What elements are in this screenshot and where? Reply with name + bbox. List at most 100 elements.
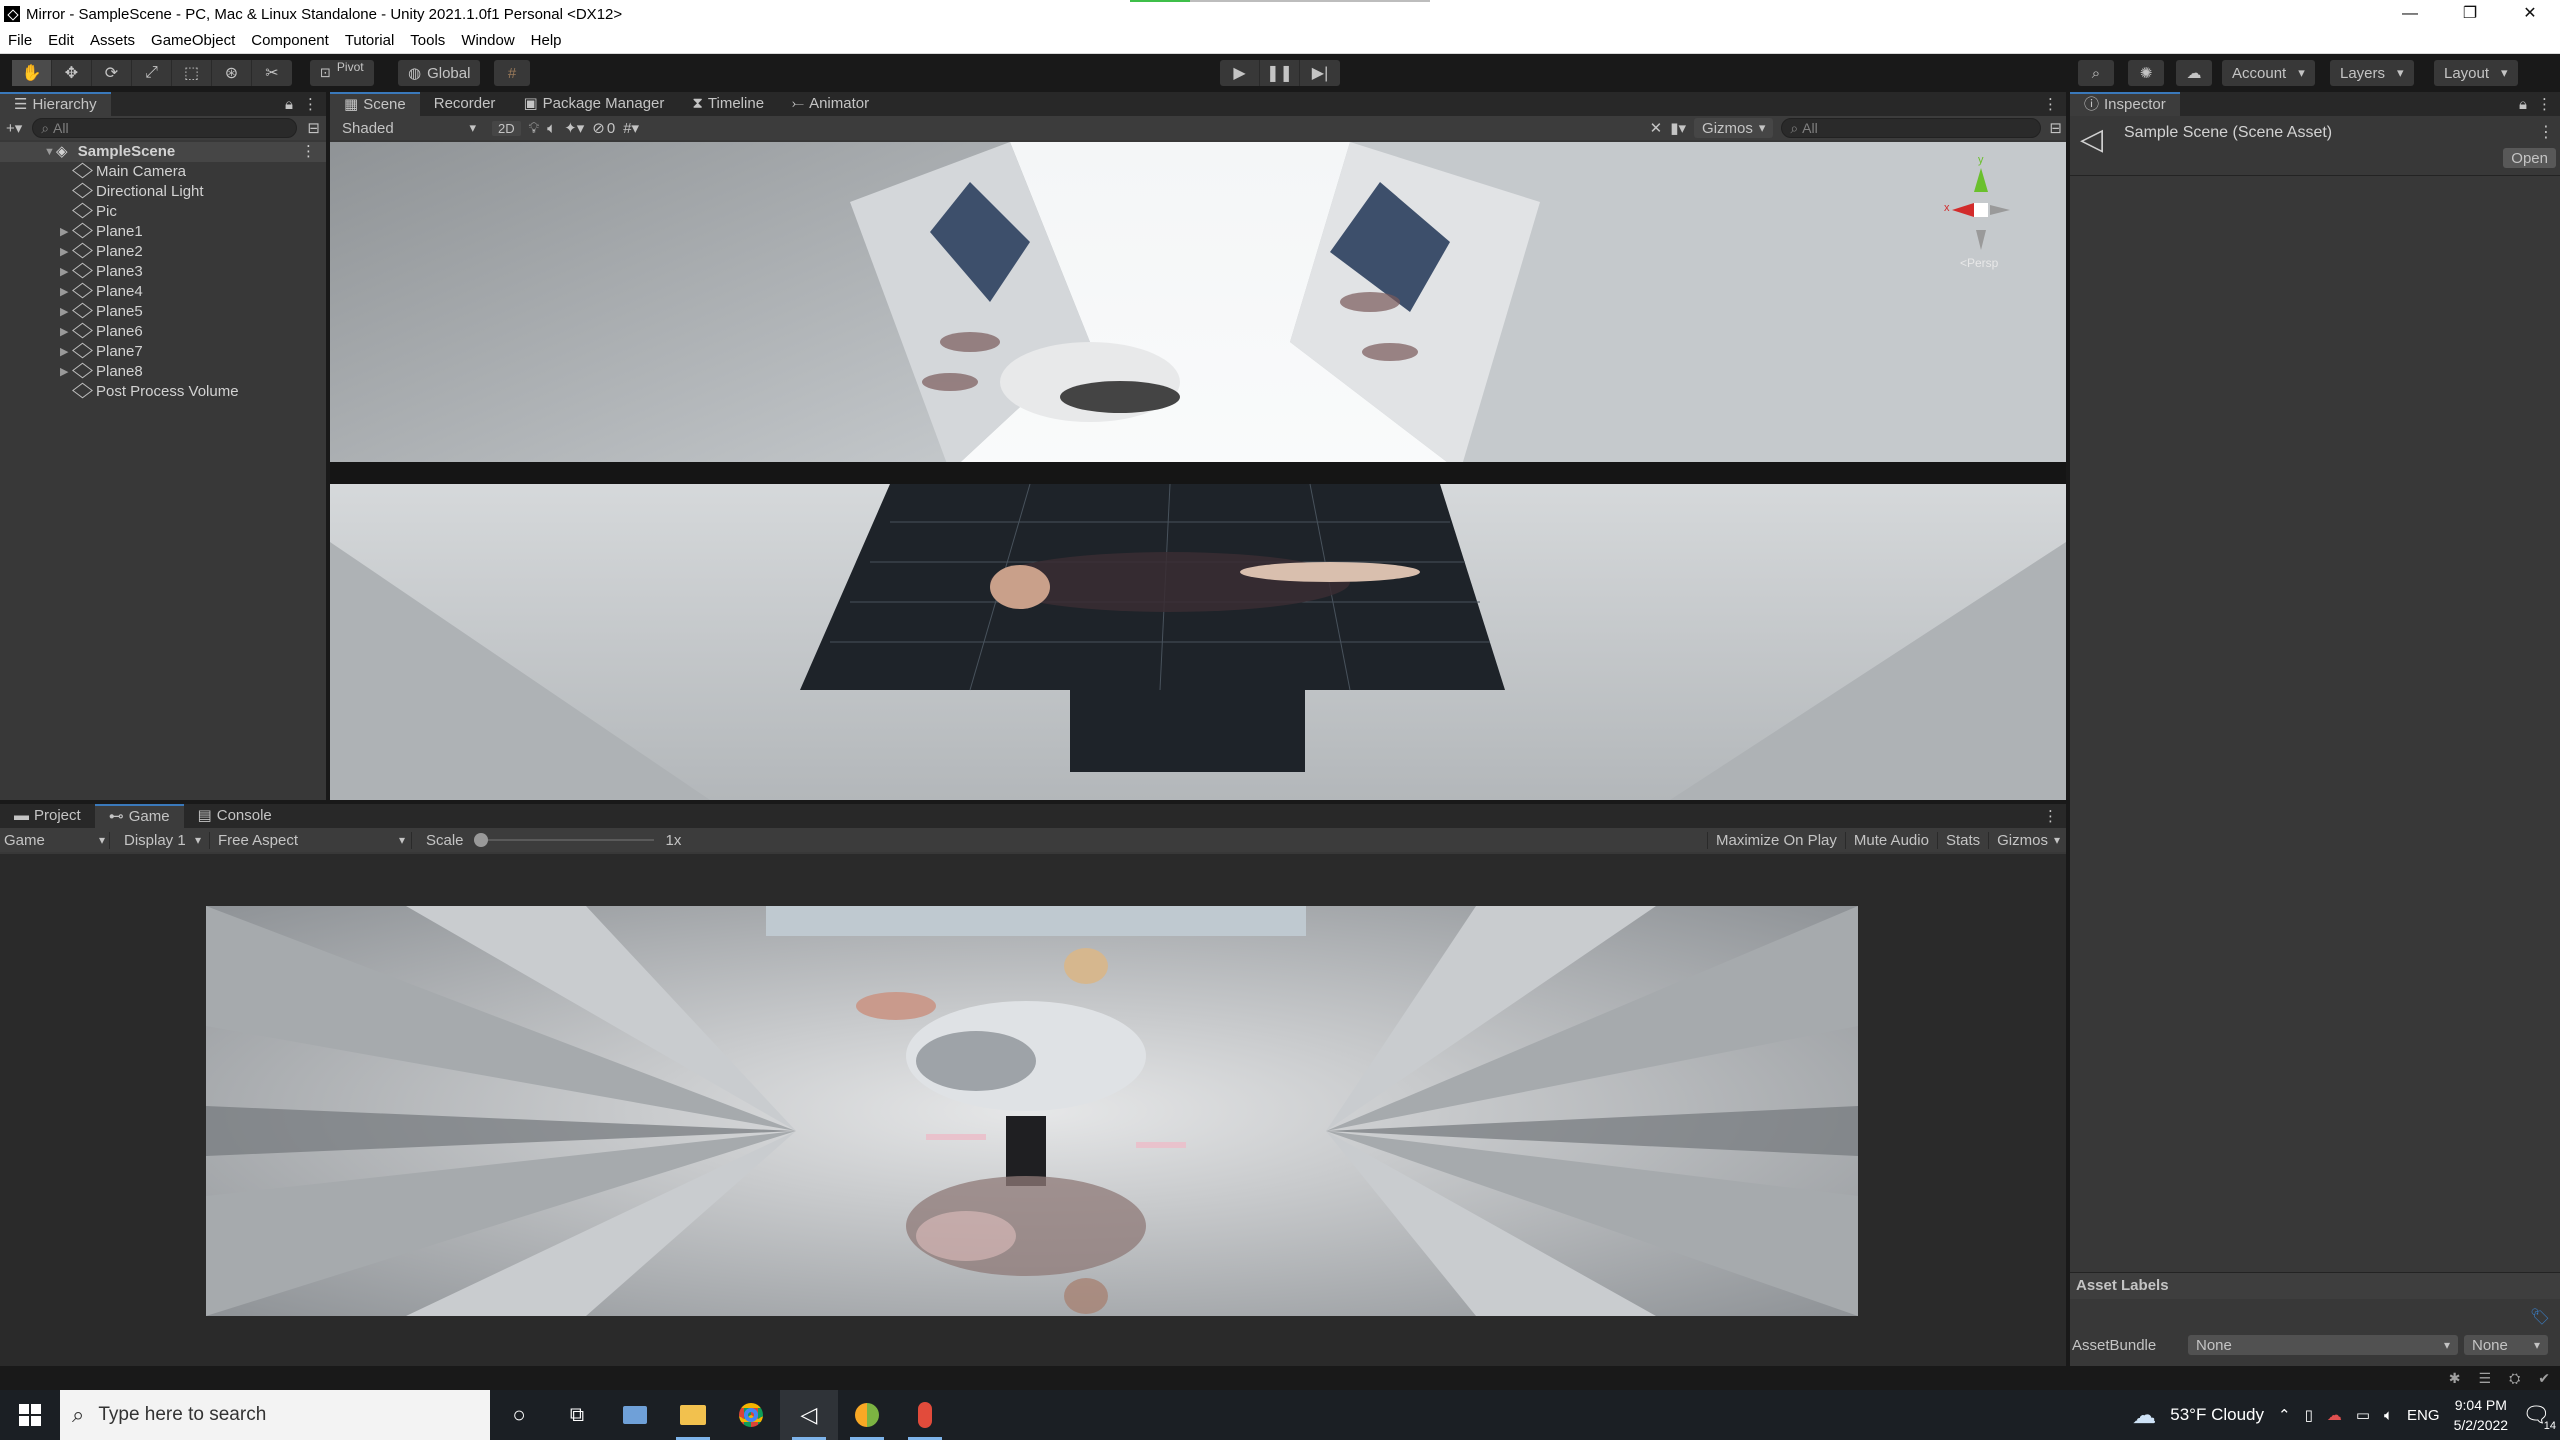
kebab-menu-icon[interactable]: ⋮ — [303, 95, 318, 113]
audio-toggle-icon[interactable]: 🔈︎ — [547, 120, 556, 137]
gizmos-dropdown[interactable]: Gizmos — [1694, 118, 1774, 138]
maximize-button[interactable]: ❐ — [2440, 0, 2500, 28]
chrome-canary-button[interactable] — [838, 1390, 896, 1440]
chrome-button[interactable] — [722, 1390, 780, 1440]
hand-tool-button[interactable]: ✋ — [12, 60, 52, 86]
debug-icon[interactable]: ✱ — [2449, 1370, 2461, 1387]
hierarchy-item[interactable]: ▶ Plane4 — [0, 282, 326, 302]
scene-search-input[interactable]: ⌕ All — [1781, 118, 2042, 138]
orientation-gizmo[interactable]: y x <Persp — [1944, 154, 2016, 270]
expand-arrow-icon[interactable]: ▶ — [60, 242, 68, 262]
start-button[interactable] — [0, 1390, 60, 1440]
services-button[interactable]: ✺ — [2128, 60, 2164, 86]
scale-slider[interactable] — [473, 830, 654, 850]
unity-taskbar-button[interactable]: ◁ — [780, 1390, 838, 1440]
hierarchy-item[interactable]: ▶ Plane3 — [0, 262, 326, 282]
menu-edit[interactable]: Edit — [40, 28, 82, 54]
search-button[interactable]: ⌕ — [2078, 60, 2114, 86]
tab-timeline[interactable]: ⧗ Timeline — [678, 92, 778, 116]
onedrive-icon[interactable]: ☁ — [2327, 1406, 2342, 1424]
game-gizmos-dropdown[interactable]: Gizmos ▾ — [1988, 831, 2066, 849]
scale-slider-thumb[interactable] — [473, 833, 488, 847]
tab-console[interactable]: ▤ Console — [184, 804, 286, 828]
expand-arrow-icon[interactable]: ▼ — [44, 142, 55, 162]
stack-icon[interactable]: ☰ — [2479, 1370, 2492, 1387]
menu-help[interactable]: Help — [523, 28, 570, 54]
snap-grid-button[interactable]: # — [494, 60, 530, 86]
scene-viewport[interactable]: y x <Persp — [330, 142, 2066, 800]
grid-toggle-icon[interactable]: #▾ — [623, 119, 639, 137]
menu-window[interactable]: Window — [453, 28, 522, 54]
add-object-button[interactable]: +▾ — [6, 119, 22, 137]
cortana-button[interactable]: ○ — [490, 1390, 548, 1440]
maximize-on-play-toggle[interactable]: Maximize On Play — [1707, 831, 1845, 849]
file-explorer-button[interactable] — [664, 1390, 722, 1440]
transform-tool-button[interactable]: ⊛ — [212, 60, 252, 86]
expand-arrow-icon[interactable]: ▶ — [60, 362, 68, 382]
task-view-button[interactable]: ⧉ — [548, 1390, 606, 1440]
assetbundle-variant-dropdown[interactable]: None ▾ — [2464, 1335, 2548, 1355]
hierarchy-item[interactable]: ▶ Plane6 — [0, 322, 326, 342]
step-button[interactable]: ▶| — [1300, 60, 1340, 86]
tab-animator[interactable]: ⤚ Animator — [778, 92, 883, 116]
expand-arrow-icon[interactable]: ▶ — [60, 302, 68, 322]
menu-component[interactable]: Component — [243, 28, 337, 54]
hierarchy-item[interactable]: ▶ Plane5 — [0, 302, 326, 322]
scene-kebab-menu-icon[interactable]: ⋮ — [2043, 95, 2066, 113]
notifications-button[interactable]: 🗨︎ 14 — [2522, 1402, 2556, 1432]
camera-dropdown-icon[interactable]: ▮▾ — [1670, 119, 1686, 137]
custom-tool-button[interactable]: ✂ — [252, 60, 292, 86]
game-kebab-menu-icon[interactable]: ⋮ — [2043, 807, 2066, 825]
hierarchy-item[interactable]: ▶ Plane1 — [0, 222, 326, 242]
hierarchy-item[interactable]: Pic — [0, 202, 326, 222]
assetbundle-dropdown[interactable]: None ▾ — [2188, 1335, 2458, 1355]
stats-toggle[interactable]: Stats — [1936, 831, 1988, 849]
check-circle-icon[interactable]: ✔ — [2538, 1370, 2550, 1387]
cloud-button[interactable]: ☁ — [2176, 60, 2212, 86]
open-button[interactable]: Open — [2503, 148, 2556, 168]
menu-file[interactable]: File — [0, 28, 40, 54]
scene-root-item[interactable]: ▼ ◈ SampleScene ⋮ — [0, 142, 326, 162]
global-toggle[interactable]: ◍ Global — [398, 60, 481, 86]
network-icon[interactable]: ▭ — [2356, 1406, 2370, 1424]
hierarchy-item[interactable]: Main Camera — [0, 162, 326, 182]
scene-search-filter-icon[interactable]: ⊟ — [2049, 119, 2062, 137]
tab-package-manager[interactable]: ▣ Package Manager — [509, 92, 678, 116]
tab-recorder[interactable]: Recorder — [420, 92, 510, 116]
hierarchy-item[interactable]: ▶ Plane7 — [0, 342, 326, 362]
bug-icon[interactable]: ⛭ — [2509, 1370, 2520, 1387]
expand-arrow-icon[interactable]: ▶ — [60, 222, 68, 242]
device-icon[interactable]: ▯ — [2305, 1406, 2313, 1424]
expand-arrow-icon[interactable]: ▶ — [60, 322, 68, 342]
menu-gameobject[interactable]: GameObject — [143, 28, 243, 54]
mute-audio-toggle[interactable]: Mute Audio — [1844, 831, 1937, 849]
label-tag-icon[interactable]: 🏷︎ — [2530, 1307, 2550, 1327]
layers-dropdown[interactable]: Layers — [2330, 60, 2414, 86]
pivot-toggle[interactable]: ⊡ Pivot — [310, 60, 374, 86]
taskbar-search-input[interactable]: ⌕ Type here to search — [60, 1390, 490, 1440]
hierarchy-search-input[interactable]: ⌕ All — [32, 118, 298, 138]
scene-menu-icon[interactable]: ⋮ — [301, 142, 316, 162]
tab-game[interactable]: ⊷ Game — [94, 804, 184, 828]
display-dropdown[interactable]: Display 1 ▾ — [110, 831, 210, 849]
mode-2d-toggle[interactable]: 2D — [492, 120, 521, 136]
game-view-dropdown[interactable]: Game ▾ — [0, 831, 110, 849]
minimize-button[interactable]: — — [2380, 0, 2440, 28]
shading-mode-dropdown[interactable]: Shaded — [334, 118, 484, 138]
move-tool-button[interactable]: ✥ — [52, 60, 92, 86]
tab-scene[interactable]: ▦ Scene — [330, 92, 420, 116]
scale-tool-button[interactable]: ⤢ — [132, 60, 172, 86]
volume-icon[interactable]: 🔈︎ — [2384, 1407, 2393, 1424]
tab-project[interactable]: ▬ Project — [0, 804, 95, 828]
play-button[interactable]: ▶ — [1220, 60, 1260, 86]
news-app-button[interactable] — [606, 1390, 664, 1440]
account-dropdown[interactable]: Account — [2222, 60, 2315, 86]
hierarchy-item[interactable]: Directional Light — [0, 182, 326, 202]
layout-dropdown[interactable]: Layout — [2434, 60, 2518, 86]
search-filter-icon[interactable]: ⊟ — [307, 119, 320, 137]
menu-tools[interactable]: Tools — [402, 28, 453, 54]
pause-button[interactable]: ❚❚ — [1260, 60, 1300, 86]
tab-hierarchy[interactable]: ☰ Hierarchy — [0, 92, 111, 116]
menu-assets[interactable]: Assets — [82, 28, 143, 54]
clock[interactable]: 9:04 PM 5/2/2022 — [2454, 1395, 2509, 1435]
